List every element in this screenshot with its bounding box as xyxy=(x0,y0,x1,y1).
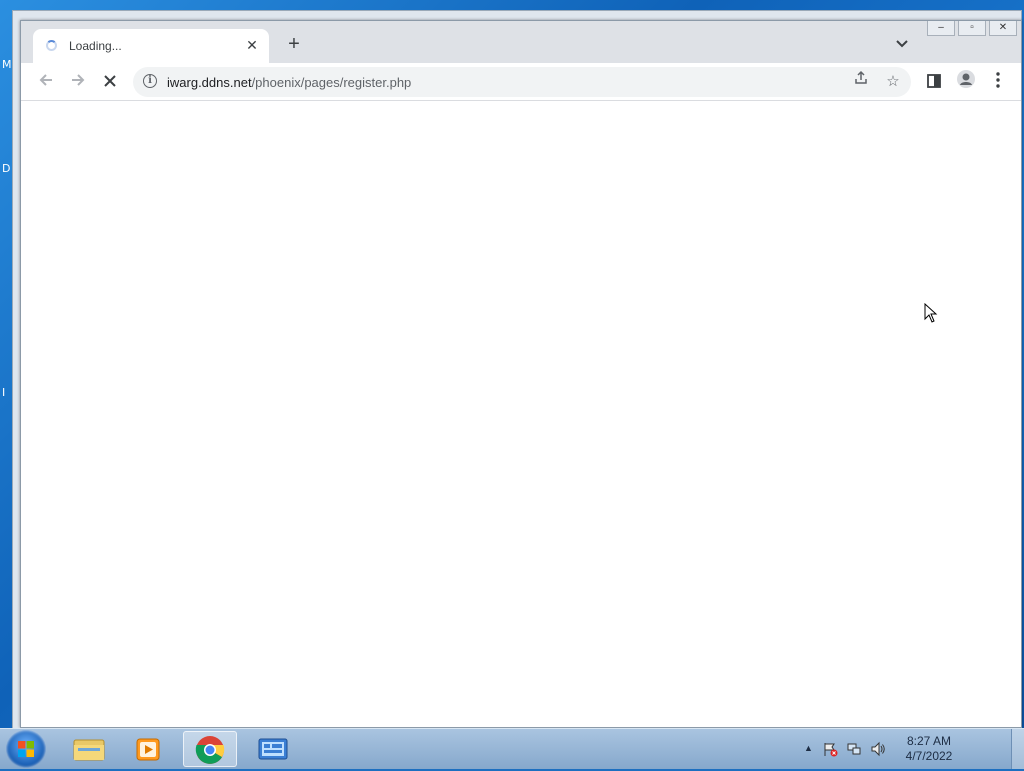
menu-button[interactable] xyxy=(985,69,1011,95)
show-desktop-button[interactable] xyxy=(1011,729,1024,769)
arrow-right-icon xyxy=(72,74,85,86)
clock-time: 8:27 AM xyxy=(906,734,952,748)
start-button[interactable] xyxy=(6,730,46,768)
address-bar[interactable]: i iwarg.ddns.net/phoenix/pages/register.… xyxy=(133,67,911,97)
chrome-icon xyxy=(195,736,225,764)
url-path: /phoenix/pages/register.php xyxy=(251,75,412,90)
profile-avatar-icon xyxy=(957,70,975,88)
site-info-icon[interactable]: i xyxy=(143,74,157,88)
back-button[interactable] xyxy=(33,69,59,95)
kebab-menu-icon xyxy=(996,72,1000,88)
media-player-icon xyxy=(136,738,160,761)
action-center-flag-icon[interactable] xyxy=(822,741,838,757)
system-tray: ▲ 8:27 AM 4/7/2022 xyxy=(804,729,984,769)
browser-window: Loading... ✕ + – ▫ ✕ i iwarg.ddns.net/ph… xyxy=(20,20,1022,728)
volume-icon[interactable] xyxy=(870,741,886,757)
arrow-left-icon xyxy=(39,74,52,86)
tab-strip: Loading... ✕ + – ▫ ✕ xyxy=(21,21,1021,63)
new-tab-button[interactable]: + xyxy=(283,34,305,56)
loading-spinner-icon xyxy=(46,40,57,51)
taskbar: ▲ 8:27 AM 4/7/2022 xyxy=(0,728,1024,769)
url-host: iwarg.ddns.net xyxy=(167,75,252,90)
folder-icon xyxy=(73,739,105,761)
stop-x-icon xyxy=(104,75,116,87)
taskbar-media-player[interactable] xyxy=(122,731,176,767)
network-icon[interactable] xyxy=(846,741,862,757)
forward-button[interactable] xyxy=(65,69,91,95)
control-panel-icon xyxy=(258,738,288,760)
desktop-icon-label[interactable]: D xyxy=(2,162,10,175)
toolbar: i iwarg.ddns.net/phoenix/pages/register.… xyxy=(21,63,1021,101)
taskbar-control-panel[interactable] xyxy=(246,731,300,767)
tab-title: Loading... xyxy=(69,39,122,53)
show-hidden-icons-icon[interactable]: ▲ xyxy=(804,743,813,753)
desktop-icon-label[interactable]: I xyxy=(2,386,5,399)
share-icon[interactable] xyxy=(849,70,873,94)
stop-button[interactable] xyxy=(97,69,123,95)
clock-date: 4/7/2022 xyxy=(905,749,953,763)
side-panel-icon xyxy=(927,74,941,88)
window-controls: – ▫ ✕ xyxy=(927,21,1017,36)
mouse-cursor-icon xyxy=(924,303,938,323)
browser-tab[interactable]: Loading... ✕ xyxy=(33,29,269,63)
minimize-icon[interactable]: – xyxy=(927,21,955,36)
side-panel-button[interactable] xyxy=(921,69,947,95)
close-icon[interactable]: ✕ xyxy=(243,36,261,54)
chevron-down-icon[interactable] xyxy=(893,35,911,53)
maximize-icon[interactable]: ▫ xyxy=(958,21,986,36)
desktop-icon-label[interactable]: M xyxy=(2,58,12,71)
taskbar-chrome[interactable] xyxy=(183,731,237,767)
clock[interactable]: 8:27 AM 4/7/2022 xyxy=(898,734,960,764)
close-window-icon[interactable]: ✕ xyxy=(989,21,1017,36)
page-viewport[interactable] xyxy=(21,101,1021,727)
taskbar-explorer[interactable] xyxy=(62,731,116,767)
url-text[interactable]: iwarg.ddns.net/phoenix/pages/register.ph… xyxy=(167,75,411,90)
bookmark-star-icon[interactable]: ☆ xyxy=(881,70,905,94)
profile-button[interactable] xyxy=(953,69,979,95)
windows-logo-icon xyxy=(18,741,34,757)
